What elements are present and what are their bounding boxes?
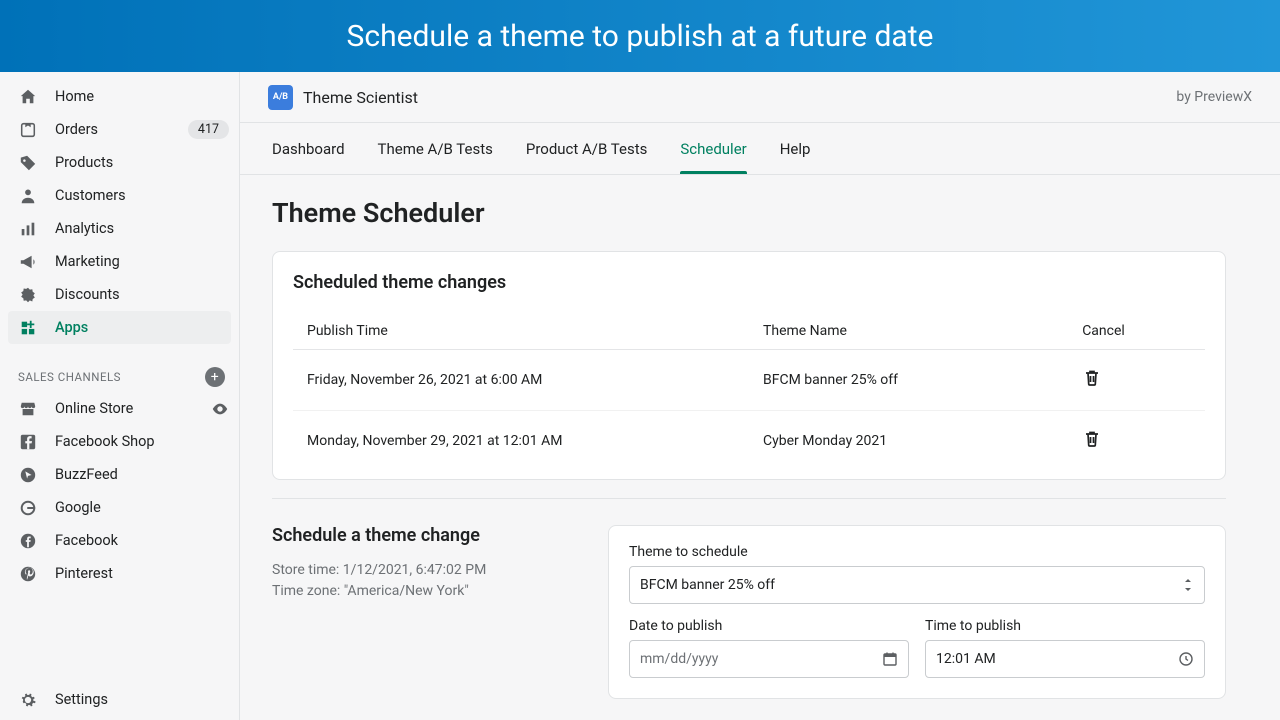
tab-dashboard[interactable]: Dashboard	[272, 123, 345, 174]
theme-select-value: BFCM banner 25% off	[640, 577, 775, 593]
app-bar: A/B Theme Scientist by PreviewX	[240, 72, 1280, 123]
products-icon	[18, 153, 38, 173]
cell-publish-time: Friday, November 26, 2021 at 6:00 AM	[293, 350, 749, 411]
sidebar-item-analytics[interactable]: Analytics	[0, 212, 239, 245]
sidebar-item-label: Home	[55, 88, 229, 105]
trash-icon	[1082, 368, 1102, 388]
theme-select-label: Theme to schedule	[629, 544, 1205, 560]
sidebar-item-label: Pinterest	[55, 565, 229, 582]
sidebar-item-orders[interactable]: Orders 417	[0, 113, 239, 146]
col-publish-time: Publish Time	[293, 313, 749, 350]
sidebar-item-facebook[interactable]: Facebook	[0, 524, 239, 557]
scheduled-changes-card: Scheduled theme changes Publish Time The…	[272, 251, 1226, 480]
cell-publish-time: Monday, November 29, 2021 at 12:01 AM	[293, 411, 749, 472]
scheduled-changes-heading: Scheduled theme changes	[293, 272, 1205, 293]
apps-icon	[18, 318, 38, 338]
sidebar-item-facebook-shop[interactable]: Facebook Shop	[0, 425, 239, 458]
store-icon	[18, 399, 38, 419]
sidebar-item-label: Analytics	[55, 220, 229, 237]
sidebar-item-label: Settings	[55, 691, 229, 708]
sidebar-item-label: Facebook Shop	[55, 433, 229, 450]
sidebar: Home Orders 417 Products Customers Analy…	[0, 72, 240, 720]
facebook-square-icon	[18, 432, 38, 452]
eye-icon[interactable]	[211, 400, 229, 418]
sidebar-item-customers[interactable]: Customers	[0, 179, 239, 212]
home-icon	[18, 87, 38, 107]
banner-headline: Schedule a theme to publish at a future …	[347, 19, 934, 54]
schedule-form-card: Theme to schedule BFCM banner 25% off Da…	[608, 525, 1226, 699]
col-theme-name: Theme Name	[749, 313, 1068, 350]
sidebar-item-label: Orders	[55, 121, 188, 138]
col-cancel: Cancel	[1068, 313, 1205, 350]
sidebar-item-label: Discounts	[55, 286, 229, 303]
pinterest-icon	[18, 564, 38, 584]
sidebar-item-label: Online Store	[55, 400, 211, 417]
delete-button[interactable]	[1082, 368, 1102, 388]
sidebar-item-label: Marketing	[55, 253, 229, 270]
orders-badge: 417	[188, 120, 229, 139]
sidebar-item-settings[interactable]: Settings	[0, 683, 239, 716]
discounts-icon	[18, 285, 38, 305]
select-chevron-icon	[1182, 577, 1194, 593]
app-logo-icon: A/B	[268, 85, 293, 110]
table-row: Monday, November 29, 2021 at 12:01 AM Cy…	[293, 411, 1205, 472]
tab-theme-ab-tests[interactable]: Theme A/B Tests	[378, 123, 493, 174]
app-byline: by PreviewX	[1176, 89, 1252, 105]
marketing-icon	[18, 252, 38, 272]
sidebar-item-google[interactable]: Google	[0, 491, 239, 524]
sidebar-item-discounts[interactable]: Discounts	[0, 278, 239, 311]
date-placeholder: mm/dd/yyyy	[640, 651, 718, 667]
clock-icon	[1178, 651, 1194, 667]
sidebar-item-online-store[interactable]: Online Store	[0, 392, 239, 425]
tab-product-ab-tests[interactable]: Product A/B Tests	[526, 123, 647, 174]
sidebar-item-label: BuzzFeed	[55, 466, 229, 483]
table-row: Friday, November 26, 2021 at 6:00 AM BFC…	[293, 350, 1205, 411]
facebook-circle-icon	[18, 531, 38, 551]
sidebar-item-label: Products	[55, 154, 229, 171]
page-title: Theme Scheduler	[272, 197, 1226, 229]
sidebar-item-apps[interactable]: Apps	[8, 311, 231, 344]
tab-bar: Dashboard Theme A/B Tests Product A/B Te…	[240, 123, 1280, 175]
sidebar-item-products[interactable]: Products	[0, 146, 239, 179]
orders-icon	[18, 120, 38, 140]
time-input-label: Time to publish	[925, 618, 1205, 634]
cell-theme-name: BFCM banner 25% off	[749, 350, 1068, 411]
sidebar-item-marketing[interactable]: Marketing	[0, 245, 239, 278]
time-input[interactable]: 12:01 AM	[925, 640, 1205, 678]
gear-icon	[18, 690, 38, 710]
scheduled-table: Publish Time Theme Name Cancel Friday, N…	[293, 313, 1205, 471]
tab-help[interactable]: Help	[780, 123, 811, 174]
sales-channels-header: SALES CHANNELS +	[0, 362, 239, 392]
delete-button[interactable]	[1082, 429, 1102, 449]
sidebar-item-label: Google	[55, 499, 229, 516]
customers-icon	[18, 186, 38, 206]
sidebar-item-label: Apps	[55, 319, 221, 336]
app-title: Theme Scientist	[303, 88, 418, 107]
add-channel-icon[interactable]: +	[205, 367, 225, 387]
sidebar-item-label: Customers	[55, 187, 229, 204]
buzzfeed-icon	[18, 465, 38, 485]
time-value: 12:01 AM	[936, 651, 996, 667]
sidebar-item-label: Facebook	[55, 532, 229, 549]
date-input[interactable]: mm/dd/yyyy	[629, 640, 909, 678]
sidebar-item-home[interactable]: Home	[0, 80, 239, 113]
theme-select[interactable]: BFCM banner 25% off	[629, 566, 1205, 604]
google-icon	[18, 498, 38, 518]
sidebar-item-buzzfeed[interactable]: BuzzFeed	[0, 458, 239, 491]
sidebar-item-pinterest[interactable]: Pinterest	[0, 557, 239, 590]
time-zone-text: Time zone: "America/New York"	[272, 581, 582, 602]
cell-theme-name: Cyber Monday 2021	[749, 411, 1068, 472]
date-input-label: Date to publish	[629, 618, 909, 634]
schedule-form-heading: Schedule a theme change	[272, 525, 582, 546]
analytics-icon	[18, 219, 38, 239]
calendar-icon	[882, 651, 898, 667]
trash-icon	[1082, 429, 1102, 449]
tab-scheduler[interactable]: Scheduler	[680, 123, 746, 174]
store-time-text: Store time: 1/12/2021, 6:47:02 PM	[272, 560, 582, 581]
section-divider	[272, 498, 1226, 499]
promo-banner: Schedule a theme to publish at a future …	[0, 0, 1280, 72]
